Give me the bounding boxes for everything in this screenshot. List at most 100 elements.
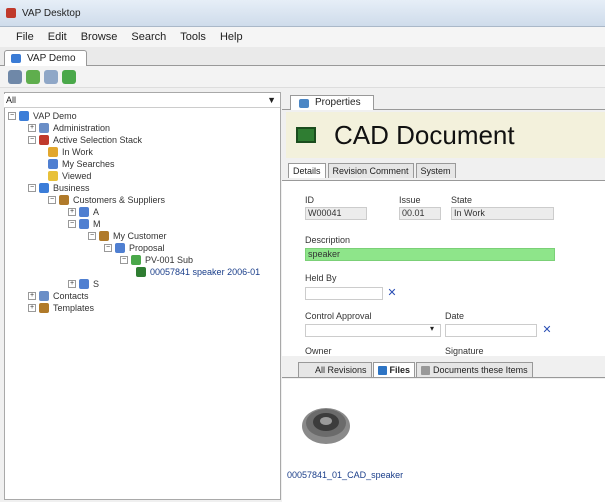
tree-node-active-selection[interactable]: − Active Selection Stack [28, 134, 142, 146]
tab-details[interactable]: Details [288, 163, 326, 178]
state-field[interactable]: In Work [451, 207, 554, 220]
refresh-icon[interactable] [62, 69, 76, 84]
collapse-icon[interactable]: − [48, 196, 56, 204]
tree-node-in-work[interactable]: In Work [48, 146, 93, 158]
control-approval-select[interactable] [305, 324, 441, 337]
settings-icon[interactable] [44, 69, 58, 84]
assembly-icon [131, 255, 141, 265]
tree-node-pv-sub[interactable]: − PV-001 Sub [120, 254, 193, 266]
documents-icon [421, 366, 431, 375]
tree-node-label: VAP Demo [33, 111, 77, 121]
issue-label: Issue [399, 195, 421, 205]
tree-node-administration[interactable]: + Administration [28, 122, 110, 134]
window-title: VAP Desktop [22, 7, 81, 19]
tree-node-label: Proposal [129, 243, 165, 253]
tree-node-label: In Work [62, 147, 93, 157]
save-icon[interactable] [8, 69, 22, 84]
tree-node-templates[interactable]: + Templates [28, 302, 94, 314]
collapse-icon[interactable]: − [8, 112, 16, 120]
folder-icon [79, 207, 89, 217]
menu-help[interactable]: Help [220, 31, 243, 43]
expand-icon[interactable]: + [28, 124, 36, 132]
detail-tabs: Details Revision Comment System [282, 163, 605, 179]
document-icon [115, 243, 125, 253]
scope-select[interactable]: All ▼ [4, 94, 280, 108]
tree-node-contacts[interactable]: + Contacts [28, 290, 89, 302]
menu-tools[interactable]: Tools [180, 31, 206, 43]
expand-icon[interactable]: + [68, 280, 76, 288]
tree-node-a[interactable]: + A [68, 206, 99, 218]
expand-icon[interactable]: + [68, 208, 76, 216]
scope-select-value: All [6, 95, 17, 105]
collapse-icon[interactable]: − [68, 220, 76, 228]
tree-node-s[interactable]: + S [68, 278, 99, 290]
cad-document-icon [296, 127, 316, 143]
expand-icon[interactable]: + [28, 304, 36, 312]
files-icon [377, 366, 387, 375]
clear-icon[interactable]: ✕ [386, 287, 398, 299]
menu-file[interactable]: File [16, 31, 34, 43]
issue-field[interactable]: 00.01 [399, 207, 441, 220]
tree-node-label: My Searches [62, 159, 115, 169]
menu-edit[interactable]: Edit [48, 31, 67, 43]
state-label: State [451, 195, 473, 205]
tree-node-m[interactable]: − M [68, 218, 101, 230]
stack-icon [39, 135, 49, 145]
tree-node-vap-demo[interactable]: − VAP Demo [8, 110, 77, 122]
tree-node-label: Contacts [53, 291, 89, 301]
tab-all-revisions[interactable]: All Revisions [298, 362, 372, 377]
tree-node-my-customer[interactable]: − My Customer [88, 230, 167, 242]
tree-node-label: My Customer [113, 231, 167, 241]
collapse-icon[interactable]: − [28, 184, 36, 192]
tree-node-label: Active Selection Stack [53, 135, 143, 145]
tree-node-customers-suppliers[interactable]: − Customers & Suppliers [48, 194, 165, 206]
tab-properties[interactable]: Properties [290, 95, 374, 110]
menu-browse[interactable]: Browse [81, 31, 118, 43]
add-icon[interactable] [26, 69, 40, 84]
vap-demo-icon [11, 54, 21, 63]
date-field[interactable] [445, 324, 537, 337]
expand-icon[interactable]: + [28, 292, 36, 300]
tree-node-proposal[interactable]: − Proposal [104, 242, 165, 254]
star-icon [48, 171, 58, 181]
tree-node-business[interactable]: − Business [28, 182, 90, 194]
tree-node-cad-document[interactable]: 00057841 speaker 2006-01 [136, 266, 260, 278]
tab-vap-demo-label: VAP Demo [27, 53, 76, 64]
document-header: CAD Document [286, 112, 605, 158]
tree-node-label: Templates [53, 303, 95, 313]
chevron-down-icon[interactable]: ▼ [267, 95, 276, 105]
collapse-icon[interactable]: − [104, 244, 112, 252]
collapse-icon[interactable]: − [88, 232, 96, 240]
held-by-field[interactable] [305, 287, 383, 300]
page-title: CAD Document [334, 119, 515, 150]
in-work-icon [48, 147, 58, 157]
tree-node-label: S [93, 279, 100, 289]
tab-vap-demo[interactable]: VAP Demo [4, 50, 87, 66]
chevron-down-icon[interactable]: ▾ [430, 324, 434, 333]
owner-label: Owner [305, 346, 332, 356]
id-label: ID [305, 195, 314, 205]
tree-node-viewed[interactable]: Viewed [48, 170, 91, 182]
vap-demo-icon [19, 111, 29, 121]
tab-documents-items[interactable]: Documents these Items [416, 362, 533, 377]
collapse-icon[interactable]: − [28, 136, 36, 144]
tree-node-label: Administration [53, 123, 111, 133]
id-field[interactable]: W00041 [305, 207, 367, 220]
tab-revision-comment[interactable]: Revision Comment [327, 163, 414, 178]
clear-icon[interactable]: ✕ [541, 324, 553, 336]
tree-node-label: Customers & Suppliers [73, 195, 166, 205]
business-icon [39, 183, 49, 193]
speaker-thumbnail[interactable] [300, 402, 352, 448]
title-bar: VAP Desktop [0, 0, 605, 27]
tree-node-my-searches[interactable]: My Searches [48, 158, 115, 170]
file-name[interactable]: 00057841_01_CAD_speaker [287, 470, 403, 480]
tab-files[interactable]: Files [372, 362, 416, 377]
folder-icon [59, 195, 69, 205]
menu-search[interactable]: Search [131, 31, 166, 43]
contacts-icon [39, 291, 49, 301]
collapse-icon[interactable]: − [120, 256, 128, 264]
tab-system[interactable]: System [415, 163, 456, 178]
description-field[interactable]: speaker [305, 248, 555, 261]
tab-documents-items-label: Documents these Items [433, 365, 528, 375]
tree-node-label: A [93, 207, 100, 217]
